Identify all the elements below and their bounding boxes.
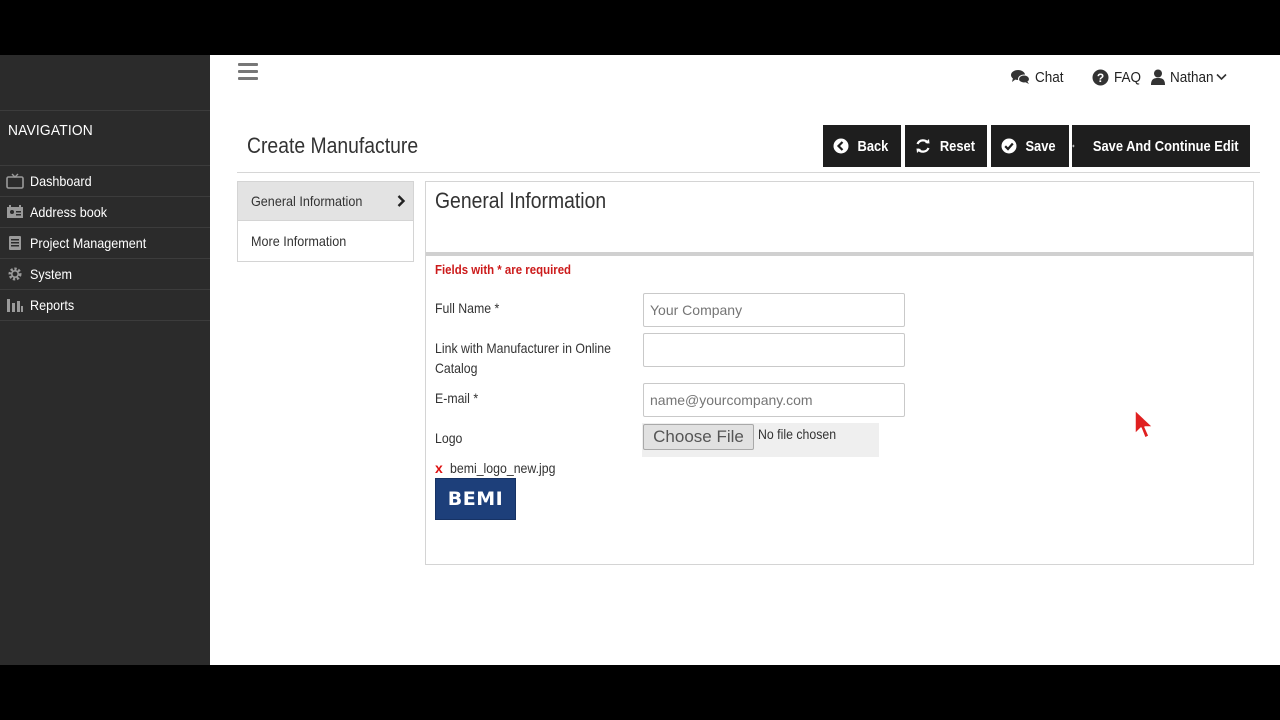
page-title: Create Manufacture xyxy=(247,133,419,158)
sidebar-item-project-management[interactable]: Project Management xyxy=(0,228,210,259)
sidebar-item-label: Dashboard xyxy=(30,173,92,189)
current-logo-filename: bemi_logo_new.jpg xyxy=(450,460,556,476)
remove-logo-button[interactable]: x xyxy=(435,460,443,476)
general-information-panel: General Information Fields with * are re… xyxy=(425,181,1254,565)
svg-text:?: ? xyxy=(1097,71,1104,85)
catalog-link-input[interactable] xyxy=(643,333,905,367)
user-menu[interactable]: Nathan xyxy=(1151,67,1232,87)
address-book-icon xyxy=(4,204,26,220)
form-tabs: General Information More Information xyxy=(237,181,414,262)
logo-label: Logo xyxy=(435,430,463,446)
faq-link[interactable]: ? FAQ xyxy=(1092,67,1144,87)
section-title: General Information xyxy=(435,188,607,213)
refresh-icon xyxy=(916,139,930,153)
logo-file-picker: Choose File No file chosen xyxy=(642,423,879,457)
sidebar-item-address-book[interactable]: Address book xyxy=(0,197,210,228)
sidebar-item-system[interactable]: System xyxy=(0,259,210,290)
logo-preview-image: BEMI xyxy=(435,478,516,520)
sidebar-item-reports[interactable]: Reports xyxy=(0,290,210,321)
save-button[interactable]: Save xyxy=(991,125,1069,167)
email-label: E-mail * xyxy=(435,390,479,406)
tab-more-information[interactable]: More Information xyxy=(238,221,413,260)
full-name-label: Full Name * xyxy=(435,300,500,316)
save-and-continue-edit-button[interactable]: Save And Continue Edit xyxy=(1072,125,1250,167)
sidebar-item-label: System xyxy=(30,266,73,282)
sidebar-item-dashboard[interactable]: Dashboard xyxy=(0,166,210,197)
chevron-right-icon xyxy=(397,195,406,207)
email-input[interactable] xyxy=(643,383,905,417)
list-icon xyxy=(4,235,26,251)
sidebar-header xyxy=(0,55,210,111)
menu-toggle-icon[interactable] xyxy=(238,63,258,81)
letterbox-bottom xyxy=(0,665,1280,720)
catalog-link-label: Link with Manufacturer in Online Catalog xyxy=(435,340,611,376)
header-divider xyxy=(237,172,1260,173)
sidebar-nav: Dashboard Address book Project Managemen… xyxy=(0,165,210,321)
plus-icon xyxy=(1072,144,1075,148)
sidebar-item-label: Project Management xyxy=(30,235,147,251)
logo-preview-text: BEMI xyxy=(447,488,504,510)
gear-icon xyxy=(4,266,26,282)
file-status-text: No file chosen xyxy=(758,426,837,442)
chat-link[interactable]: Chat xyxy=(1011,67,1067,87)
chevron-down-icon xyxy=(1216,73,1227,81)
arrow-left-circle-icon xyxy=(833,138,849,154)
sidebar: NAVIGATION Dashboard Address book Projec… xyxy=(0,55,210,665)
sidebar-item-label: Address book xyxy=(30,204,108,220)
choose-file-button[interactable]: Choose File xyxy=(643,424,754,450)
navigation-heading: NAVIGATION xyxy=(8,122,93,139)
user-icon xyxy=(1151,69,1165,85)
required-fields-note: Fields with * are required xyxy=(435,262,572,277)
tab-general-information[interactable]: General Information xyxy=(238,182,413,221)
letterbox-top xyxy=(0,0,1280,55)
app-window: NAVIGATION Dashboard Address book Projec… xyxy=(0,55,1280,665)
section-divider xyxy=(426,252,1253,256)
full-name-input[interactable] xyxy=(643,293,905,327)
bar-chart-icon xyxy=(4,297,26,313)
tv-icon xyxy=(4,173,26,189)
sidebar-item-label: Reports xyxy=(30,297,75,313)
reset-button[interactable]: Reset xyxy=(905,125,987,167)
question-circle-icon: ? xyxy=(1092,69,1109,85)
check-circle-icon xyxy=(1001,138,1017,154)
chat-icon xyxy=(1011,70,1030,84)
back-button[interactable]: Back xyxy=(823,125,901,167)
